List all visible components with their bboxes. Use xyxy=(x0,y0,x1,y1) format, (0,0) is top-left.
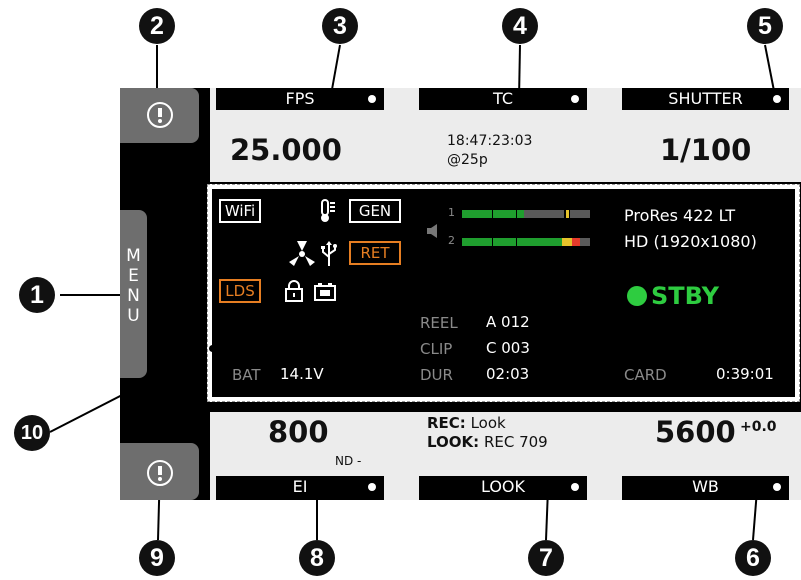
callout-7: 7 xyxy=(528,540,564,576)
lds-indicator: LDS xyxy=(219,279,261,303)
card-value: 0:39:01 xyxy=(716,365,774,383)
speaker-icon xyxy=(426,222,440,242)
callout-5: 5 xyxy=(747,8,783,44)
leader-endpoint-dot xyxy=(209,345,216,352)
dur-label: DUR xyxy=(420,366,453,384)
info-button-top[interactable] xyxy=(120,88,199,143)
callout-1: 1 xyxy=(19,277,55,313)
fan-icon xyxy=(288,239,316,270)
shutter-label: SHUTTER xyxy=(668,89,743,108)
ei-value: 800 xyxy=(268,415,329,449)
callout-4: 4 xyxy=(502,8,538,44)
card-label: CARD xyxy=(624,366,667,384)
callout-8: 8 xyxy=(299,540,335,576)
wifi-indicator: WiFi xyxy=(219,199,261,223)
thermometer-icon xyxy=(318,199,336,226)
battery-label: BAT xyxy=(232,366,261,384)
timecode-value: 18:47:23:03 @25p xyxy=(447,133,533,168)
fps-label: FPS xyxy=(285,89,315,108)
battery-value: 14.1V xyxy=(280,365,324,383)
usb-icon xyxy=(321,241,337,270)
codec-value: ProRes 422 LT xyxy=(624,206,736,225)
audio-channel-2-label: 2 xyxy=(448,234,455,247)
lock-icon xyxy=(285,280,303,305)
ei-label: EI xyxy=(292,477,308,496)
tc-button[interactable]: TC xyxy=(419,88,587,110)
reel-label: REEL xyxy=(420,314,458,332)
rec-look-info: REC: Look LOOK: REC 709 xyxy=(427,414,548,451)
shutter-button[interactable]: SHUTTER xyxy=(622,88,789,110)
reel-value: A 012 xyxy=(486,313,530,331)
callout-6: 6 xyxy=(735,540,771,576)
battery-icon xyxy=(314,282,336,305)
wb-value: 5600 xyxy=(655,415,736,449)
gen-indicator: GEN xyxy=(349,199,401,223)
callout-3: 3 xyxy=(322,8,358,44)
clip-value: C 003 xyxy=(486,339,530,357)
callout-9: 9 xyxy=(139,540,175,576)
recording-status: STBY xyxy=(627,282,719,310)
menu-button[interactable]: M E N U xyxy=(120,210,147,378)
standby-dot-icon xyxy=(627,286,647,306)
shutter-value: 1/100 xyxy=(660,133,752,167)
look-button[interactable]: LOOK xyxy=(419,476,587,500)
dur-value: 02:03 xyxy=(486,365,530,383)
audio-channel-1-label: 1 xyxy=(448,206,455,219)
audio-level-meters xyxy=(462,209,590,247)
ret-indicator: RET xyxy=(349,241,401,265)
clip-label: CLIP xyxy=(420,340,453,358)
info-icon xyxy=(147,102,173,128)
fps-button[interactable]: FPS xyxy=(216,88,384,110)
ei-button[interactable]: EI xyxy=(216,476,384,500)
tc-label: TC xyxy=(492,89,513,108)
info-button-bottom[interactable] xyxy=(120,443,199,500)
resolution-value: HD (1920x1080) xyxy=(624,232,757,251)
wb-label: WB xyxy=(692,477,719,496)
wb-offset: +0.0 xyxy=(740,419,777,435)
wb-button[interactable]: WB xyxy=(622,476,789,500)
info-icon xyxy=(147,460,173,486)
look-label: LOOK xyxy=(480,477,526,496)
callout-10: 10 xyxy=(14,415,50,451)
nd-value: ND - xyxy=(335,454,362,468)
menu-label: M E N U xyxy=(126,246,141,326)
fps-value: 25.000 xyxy=(230,133,342,167)
callout-2: 2 xyxy=(139,8,175,44)
